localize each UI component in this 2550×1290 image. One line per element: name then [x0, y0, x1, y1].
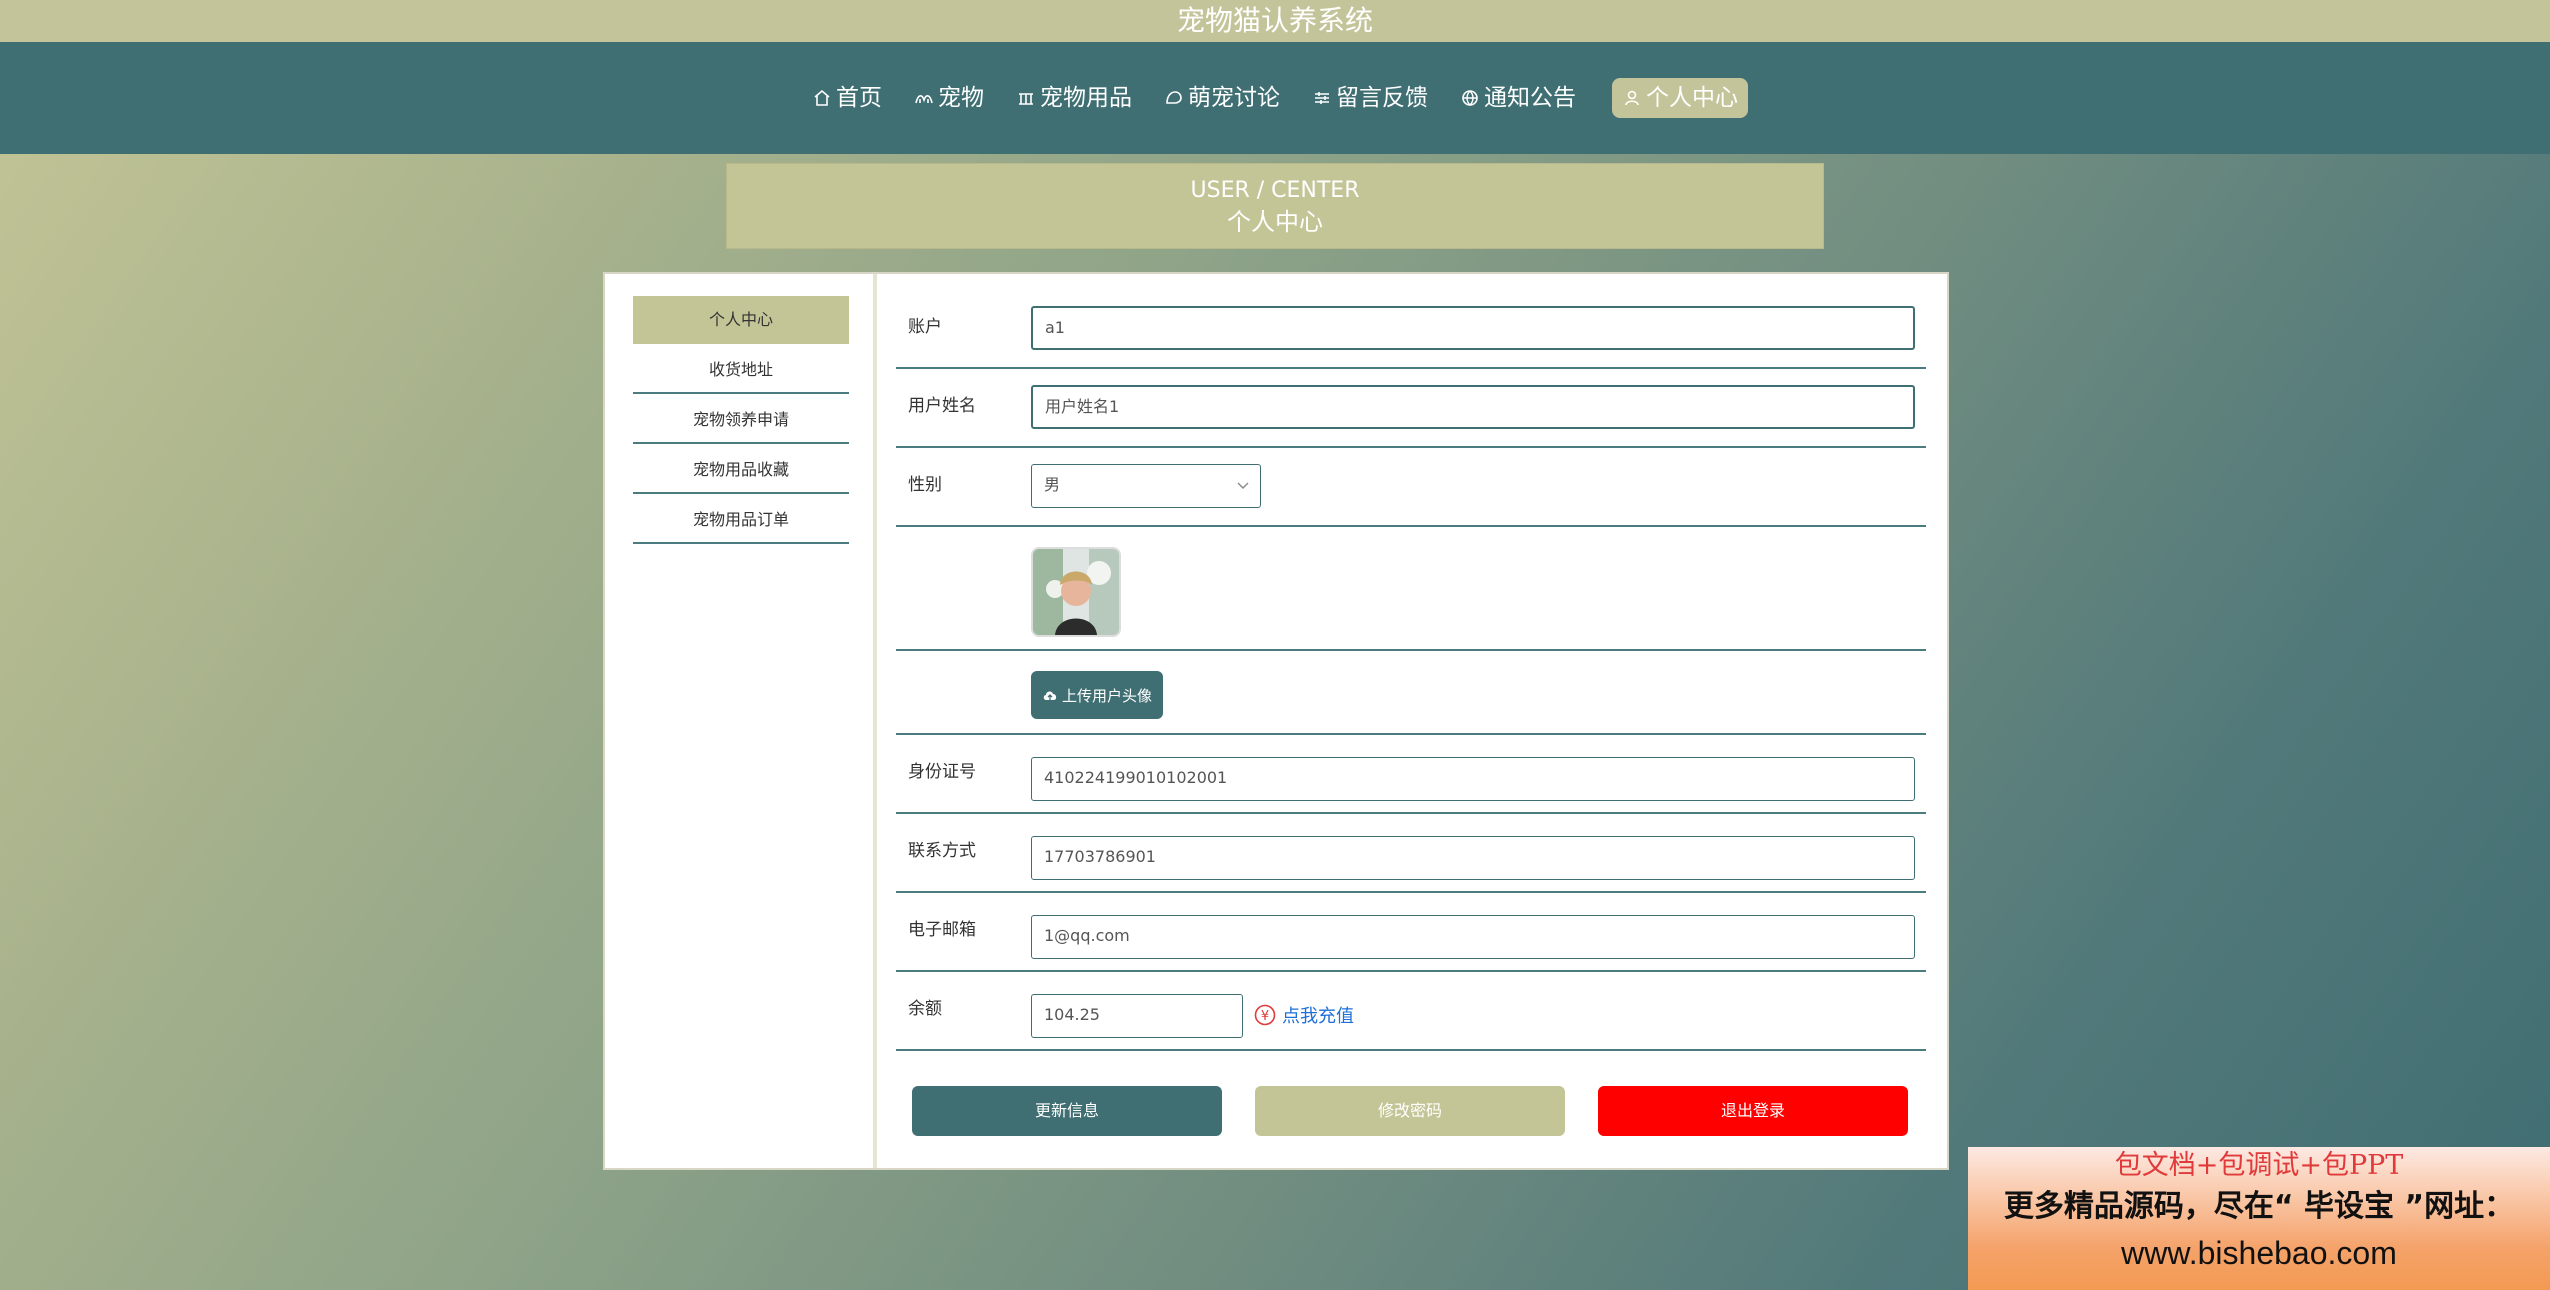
form-row-upload: 上传用户头像 [896, 651, 1926, 735]
account-input[interactable]: a1 [1031, 306, 1915, 350]
watermark-url: www.bishebao.com [2121, 1235, 2397, 1271]
form-row-balance: 余额 104.25 ¥ 点我充值 [896, 972, 1926, 1051]
app-title: 宠物猫认养系统 [1176, 4, 1373, 37]
nav-label: 通知公告 [1484, 85, 1576, 111]
nav-label: 宠物用品 [1040, 85, 1132, 111]
watermark-line2: 更多精品源码，尽在“ 毕设宝 ”网址： [2003, 1189, 2515, 1224]
balance-input[interactable]: 104.25 [1031, 994, 1243, 1038]
email-label: 电子邮箱 [908, 920, 976, 940]
sidebar-item-orders[interactable]: 宠物用品订单 [633, 496, 849, 544]
nav-label: 个人中心 [1646, 85, 1738, 111]
account-label: 账户 [908, 317, 942, 337]
idcard-input[interactable]: 410224199010102001 [1031, 757, 1915, 801]
change-password-button[interactable]: 修改密码 [1255, 1086, 1565, 1136]
gender-value: 男 [1044, 475, 1061, 494]
form-row-gender: 性别 男 [896, 448, 1926, 527]
recharge-label: 点我充值 [1282, 1006, 1354, 1027]
profile-form: 账户 a1 用户姓名 用户姓名1 性别 男 上传用户头像 身份证号 410224… [896, 290, 1926, 1051]
feedback-icon [1315, 92, 1329, 104]
sidebar-menu: 个人中心 收货地址 宠物领养申请 宠物用品收藏 宠物用品订单 [633, 296, 849, 546]
nav-item-supplies[interactable]: 宠物用品 [1006, 78, 1142, 118]
idcard-label: 身份证号 [908, 762, 976, 782]
yuan-icon: ¥ [1254, 1004, 1276, 1026]
home-icon [814, 89, 830, 106]
page-title: 个人中心 [1227, 208, 1323, 236]
page-banner: USER / CENTER 个人中心 [726, 163, 1824, 249]
nav-item-pets[interactable]: 宠物 [904, 78, 994, 118]
banner-subtitle: USER / CENTER [1190, 178, 1360, 203]
form-row-account: 账户 a1 [896, 290, 1926, 369]
form-row-name: 用户姓名 用户姓名1 [896, 369, 1926, 448]
form-row-phone: 联系方式 17703786901 [896, 814, 1926, 893]
svg-text:¥: ¥ [1261, 1009, 1269, 1024]
nav-label: 留言反馈 [1336, 85, 1428, 111]
phone-input[interactable]: 17703786901 [1031, 836, 1915, 880]
cloud-upload-icon [1043, 691, 1057, 700]
recharge-link[interactable]: ¥ 点我充值 [1254, 1002, 1354, 1028]
action-buttons: 更新信息 修改密码 退出登录 [912, 1086, 1912, 1136]
phone-label: 联系方式 [908, 841, 976, 861]
user-icon [1625, 90, 1639, 106]
supplies-icon [1019, 93, 1033, 105]
sidebar-divider [873, 274, 877, 1168]
user-center-card: 个人中心 收货地址 宠物领养申请 宠物用品收藏 宠物用品订单 账户 a1 用户姓… [603, 272, 1949, 1170]
form-row-idcard: 身份证号 410224199010102001 [896, 735, 1926, 814]
app-title-bar: 宠物猫认养系统 [0, 0, 2550, 42]
chevron-down-icon [1237, 482, 1249, 489]
nav-item-announcements[interactable]: 通知公告 [1450, 78, 1586, 118]
form-row-avatar [896, 527, 1926, 651]
watermark-line1: 包文档+包调试+包PPT [2114, 1150, 2404, 1181]
nav-item-user-center[interactable]: 个人中心 [1612, 78, 1748, 118]
nav-label: 首页 [836, 85, 882, 111]
logout-button[interactable]: 退出登录 [1598, 1086, 1908, 1136]
nav-item-feedback[interactable]: 留言反馈 [1302, 78, 1438, 118]
nav-label: 萌宠讨论 [1188, 85, 1280, 111]
nav-item-discussion[interactable]: 萌宠讨论 [1154, 78, 1290, 118]
name-label: 用户姓名 [908, 396, 976, 416]
sidebar-item-user-center[interactable]: 个人中心 [633, 296, 849, 344]
name-input[interactable]: 用户姓名1 [1031, 385, 1915, 429]
pet-icon [915, 95, 933, 104]
nav-item-home[interactable]: 首页 [802, 78, 892, 118]
update-info-button[interactable]: 更新信息 [912, 1086, 1222, 1136]
avatar[interactable] [1031, 547, 1121, 637]
main-navigation: 首页 宠物 宠物用品 萌宠讨论 留言反馈 通知公告 个人中心 [0, 42, 2550, 154]
chat-icon [1166, 91, 1182, 104]
upload-label: 上传用户头像 [1061, 686, 1152, 705]
sidebar-item-address[interactable]: 收货地址 [633, 346, 849, 394]
avatar-image [1033, 549, 1119, 635]
promo-watermark: 包文档+包调试+包PPT 更多精品源码，尽在“ 毕设宝 ”网址： www.bis… [1968, 1147, 2550, 1290]
sidebar-item-favorites[interactable]: 宠物用品收藏 [633, 446, 849, 494]
balance-label: 余额 [908, 999, 942, 1019]
globe-icon [1462, 90, 1478, 106]
sidebar-item-adoption[interactable]: 宠物领养申请 [633, 396, 849, 444]
gender-label: 性别 [908, 475, 942, 495]
upload-avatar-button[interactable]: 上传用户头像 [1031, 671, 1163, 719]
nav-label: 宠物 [938, 85, 984, 111]
gender-select[interactable]: 男 [1031, 464, 1261, 508]
email-input[interactable]: 1@qq.com [1031, 915, 1915, 959]
form-row-email: 电子邮箱 1@qq.com [896, 893, 1926, 972]
